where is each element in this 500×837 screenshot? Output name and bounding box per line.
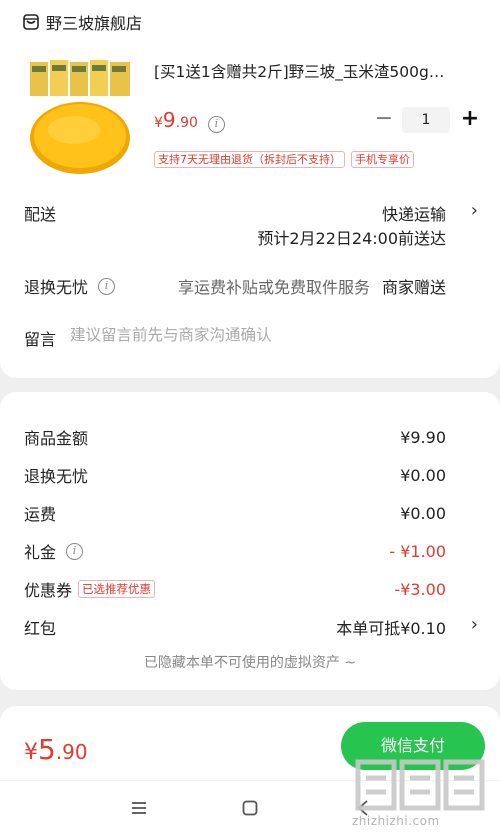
delivery-method[interactable]: 快递运输: [382, 201, 446, 225]
decrease-quantity-button[interactable]: −: [372, 108, 396, 132]
shop-name: 野三坡旗舰店: [46, 14, 143, 33]
shop-header[interactable]: 野三坡旗舰店: [22, 10, 142, 34]
return-service-fee-value: ¥0.00: [400, 465, 446, 485]
return-info-icon[interactable]: i: [98, 277, 116, 295]
price-info-icon[interactable]: i: [207, 116, 225, 133]
goods-amount-label: 商品金额: [24, 429, 89, 448]
summary-red-packet-row[interactable]: 红包 本单可抵¥0.10: [24, 615, 446, 639]
goods-amount-value: ¥9.90: [400, 427, 446, 447]
return-service-hint: 享运费补贴或免费取件服务: [177, 278, 370, 297]
watermark-text: zhizhizhi.com: [352, 814, 440, 828]
increase-quantity-button[interactable]: +: [458, 108, 482, 132]
summary-coupon-row[interactable]: 优惠券 已选推荐优惠 -¥3.00: [24, 577, 446, 601]
home-nav-icon[interactable]: [235, 793, 265, 823]
gift-value: - ¥1.00: [389, 541, 446, 561]
product-title[interactable]: [买1送1含赠共2斤]野三坡_玉米渣500g…: [154, 60, 474, 82]
menu-nav-icon[interactable]: [124, 793, 154, 823]
delivery-chevron-icon[interactable]: ›: [471, 200, 478, 221]
total-integer: 5: [38, 733, 56, 766]
product-price: ¥ 9 .90 i: [154, 108, 225, 133]
summary-return-row: 退换无忧 ¥0.00: [24, 463, 446, 487]
coupon-badge: 已选推荐优惠: [78, 580, 156, 598]
price-integer: 9: [162, 108, 176, 132]
store-icon: [23, 14, 39, 30]
return-service-label: 退换无忧: [24, 278, 89, 297]
delivery-eta: 预计2月22日24:00前送达: [257, 229, 446, 248]
red-packet-chevron-icon[interactable]: ›: [471, 614, 478, 635]
product-thumbnail[interactable]: [24, 56, 136, 180]
gift-info-icon[interactable]: i: [66, 542, 84, 560]
price-decimal: .90: [175, 115, 198, 131]
return-service-fee-label: 退换无忧: [24, 467, 89, 486]
summary-gift-row: 礼金 i - ¥1.00: [24, 539, 446, 563]
quantity-stepper: − 1 +: [372, 107, 482, 133]
coupon-label: 优惠券: [24, 581, 73, 600]
gift-label: 礼金: [24, 543, 57, 562]
return-service-value: 商家赠送: [381, 278, 446, 297]
coupon-value[interactable]: -¥3.00: [394, 580, 446, 599]
red-packet-label: 红包: [24, 619, 57, 638]
red-packet-value[interactable]: 本单可抵¥0.10: [336, 615, 446, 639]
message-label: 留言: [24, 330, 57, 349]
total-currency: ¥: [24, 740, 38, 765]
product-tags: 支持7天无理由退货（拆封后不支持） 手机专享价: [154, 151, 420, 168]
message-input[interactable]: [70, 326, 370, 344]
hidden-assets-toggle[interactable]: 已隐藏本单不可使用的虚拟资产 ~: [0, 652, 500, 672]
return-policy-tag: 支持7天无理由退货（拆封后不支持）: [154, 151, 345, 168]
summary-shipping-row: 运费 ¥0.00: [24, 501, 446, 525]
price-currency: ¥: [154, 115, 163, 131]
mobile-price-tag: 手机专享价: [351, 151, 414, 168]
shipping-label: 运费: [24, 505, 57, 524]
return-service-row: 退换无忧 i: [24, 274, 116, 298]
total-price: ¥ 5 .90: [24, 733, 88, 766]
shipping-value: ¥0.00: [400, 503, 446, 523]
quantity-value[interactable]: 1: [402, 107, 450, 133]
total-decimal: .90: [55, 740, 88, 764]
summary-goods-row: 商品金额 ¥9.90: [24, 425, 446, 449]
delivery-label: 配送: [24, 205, 57, 224]
